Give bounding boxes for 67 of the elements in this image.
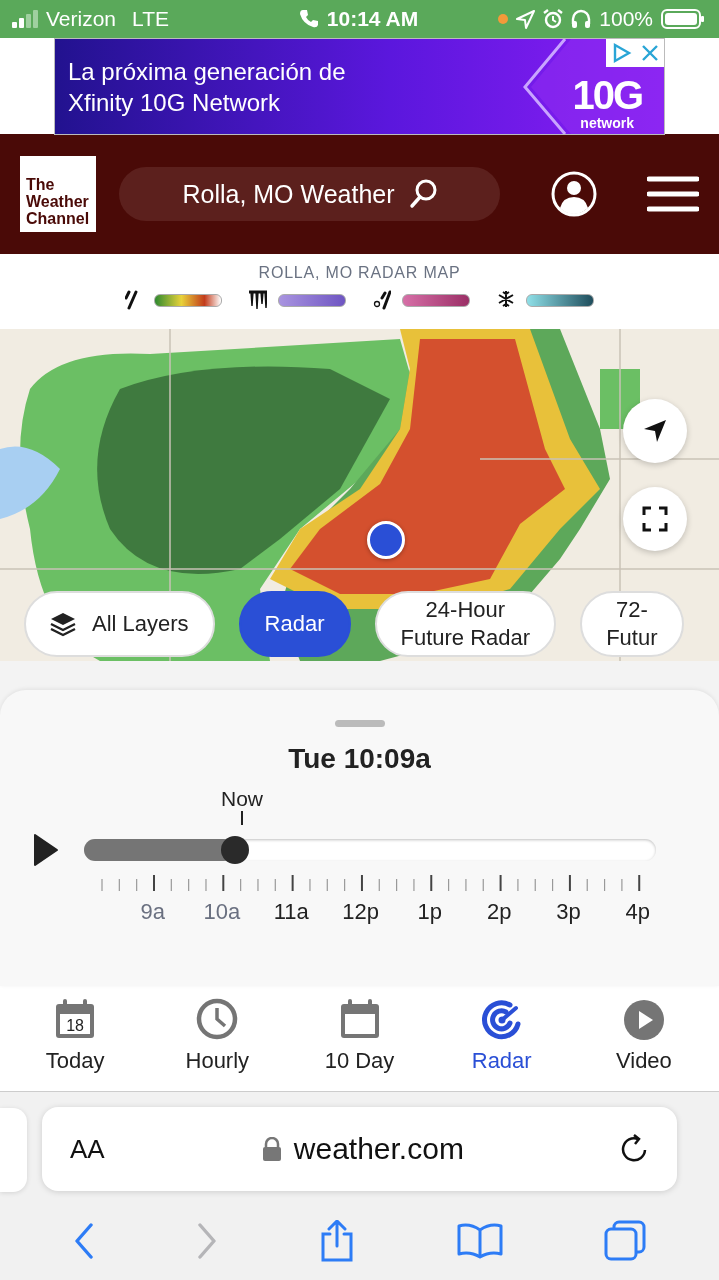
forward-icon[interactable] xyxy=(196,1223,219,1259)
back-icon[interactable] xyxy=(72,1223,95,1259)
ad-headline: La próxima generación de Xfinity 10G Network xyxy=(68,56,347,118)
location-arrow-icon xyxy=(516,9,536,29)
hour-label: 10a xyxy=(202,899,242,925)
hour-label: 3p xyxy=(555,899,582,925)
tabs-icon[interactable] xyxy=(604,1220,647,1262)
legend-color-bar xyxy=(526,293,594,307)
battery-icon xyxy=(661,9,705,29)
timeline-slider[interactable] xyxy=(84,839,656,861)
layer-chip[interactable]: All Layers xyxy=(24,591,215,657)
nav-tab[interactable]: Hourly xyxy=(146,998,289,1091)
snowflake-icon xyxy=(497,290,515,310)
headphones-icon xyxy=(571,9,592,29)
ad-banner[interactable]: La próxima generación de Xfinity 10G Network 10G network xyxy=(54,38,665,135)
nav-tab[interactable]: Video xyxy=(572,998,715,1091)
adchoices-icon[interactable] xyxy=(606,39,636,67)
navigation-arrow-icon xyxy=(642,418,668,444)
text-size-button[interactable]: AA xyxy=(70,1133,105,1165)
legend-color-bar xyxy=(402,293,470,307)
layers-icon xyxy=(50,611,76,637)
clock-time: 10:14 AM xyxy=(326,7,419,31)
lock-icon xyxy=(261,1137,282,1161)
legend-color-bar xyxy=(278,293,346,307)
drag-handle[interactable] xyxy=(334,720,385,727)
now-label: Now xyxy=(221,787,263,811)
layer-chip[interactable]: 24-Hour Future Radar xyxy=(374,591,557,657)
alarm-icon xyxy=(543,9,564,29)
play-icon[interactable] xyxy=(33,833,59,867)
bookmarks-icon[interactable] xyxy=(456,1222,503,1260)
menu-icon[interactable] xyxy=(647,176,699,212)
legend-color-bar xyxy=(154,293,222,307)
calendar-date: 18 xyxy=(66,1017,84,1035)
close-icon[interactable] xyxy=(636,39,664,67)
recording-dot-icon xyxy=(498,14,509,24)
carrier-name: Verizon xyxy=(46,7,117,31)
slider-thumb[interactable] xyxy=(221,836,249,864)
phone-icon xyxy=(298,9,319,29)
url-text: weather.com xyxy=(293,1132,464,1166)
address-bar[interactable]: AA weather.com xyxy=(42,1107,677,1191)
profile-icon[interactable] xyxy=(551,171,597,217)
hour-label: 2p xyxy=(485,899,513,925)
nav-tab[interactable]: 18 Today xyxy=(4,998,147,1091)
play-icon xyxy=(621,998,666,1042)
signal-icon xyxy=(12,10,38,28)
hour-label: 12p xyxy=(341,899,380,925)
fullscreen-icon xyxy=(642,506,668,532)
search-icon xyxy=(408,179,437,209)
share-icon[interactable] xyxy=(319,1220,356,1262)
hour-label: 1p xyxy=(416,899,444,925)
search-field[interactable]: Rolla, MO Weather xyxy=(119,167,500,221)
network-type: LTE xyxy=(132,7,169,31)
nav-tab[interactable]: Radar xyxy=(430,998,573,1091)
sleet-icon xyxy=(373,290,391,310)
clock-icon xyxy=(195,998,240,1042)
frame-time: Tue 10:09a xyxy=(288,743,431,775)
brand-tagline: network xyxy=(580,115,635,131)
brand-logo-text: 10G xyxy=(572,75,642,115)
hour-label: 9a xyxy=(139,899,166,925)
map-title: ROLLA, MO RADAR MAP xyxy=(258,264,461,282)
nav-tab[interactable]: 10 Day xyxy=(288,998,431,1091)
site-logo[interactable]: The Weather Channel xyxy=(20,156,96,232)
hour-label: 4p xyxy=(624,899,651,925)
battery-percent: 100% xyxy=(599,7,653,31)
hour-label: 11a xyxy=(272,899,310,925)
icicles-icon xyxy=(249,290,267,310)
reload-icon[interactable] xyxy=(621,1134,649,1164)
